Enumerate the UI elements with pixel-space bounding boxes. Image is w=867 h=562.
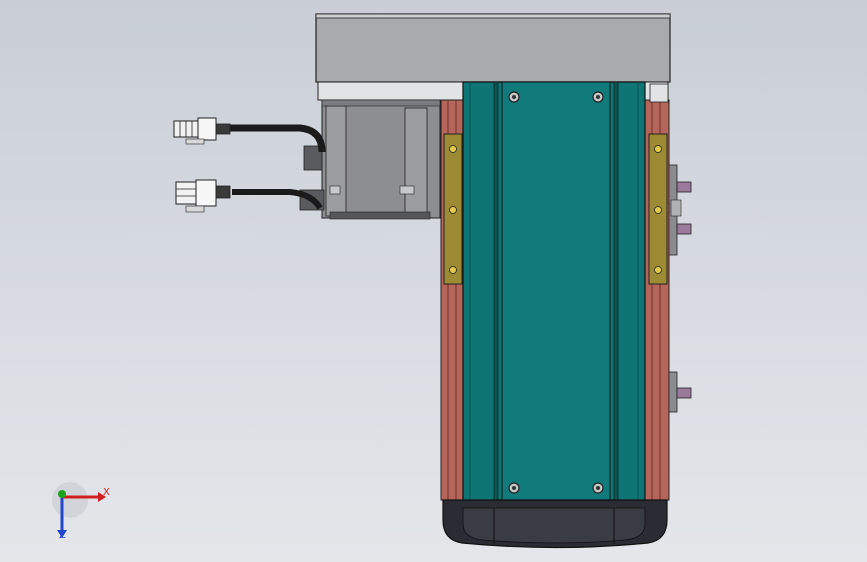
actuator-model[interactable] (0, 0, 867, 562)
teal-carriage[interactable] (462, 81, 646, 509)
servo-motor[interactable] (299, 99, 441, 220)
bottom-end-cap[interactable] (442, 499, 668, 549)
left-brass-plate[interactable] (443, 133, 463, 285)
right-mount-brackets[interactable] (668, 164, 692, 413)
x-axis-label: X (103, 487, 110, 498)
y-axis-dot (58, 490, 66, 498)
right-brass-plate[interactable] (648, 133, 668, 285)
cable-connector-bottom[interactable] (175, 179, 231, 213)
cable-connector-top[interactable] (173, 117, 231, 145)
z-axis-label: Z (59, 530, 66, 541)
cad-viewport[interactable]: X Z (0, 0, 867, 562)
